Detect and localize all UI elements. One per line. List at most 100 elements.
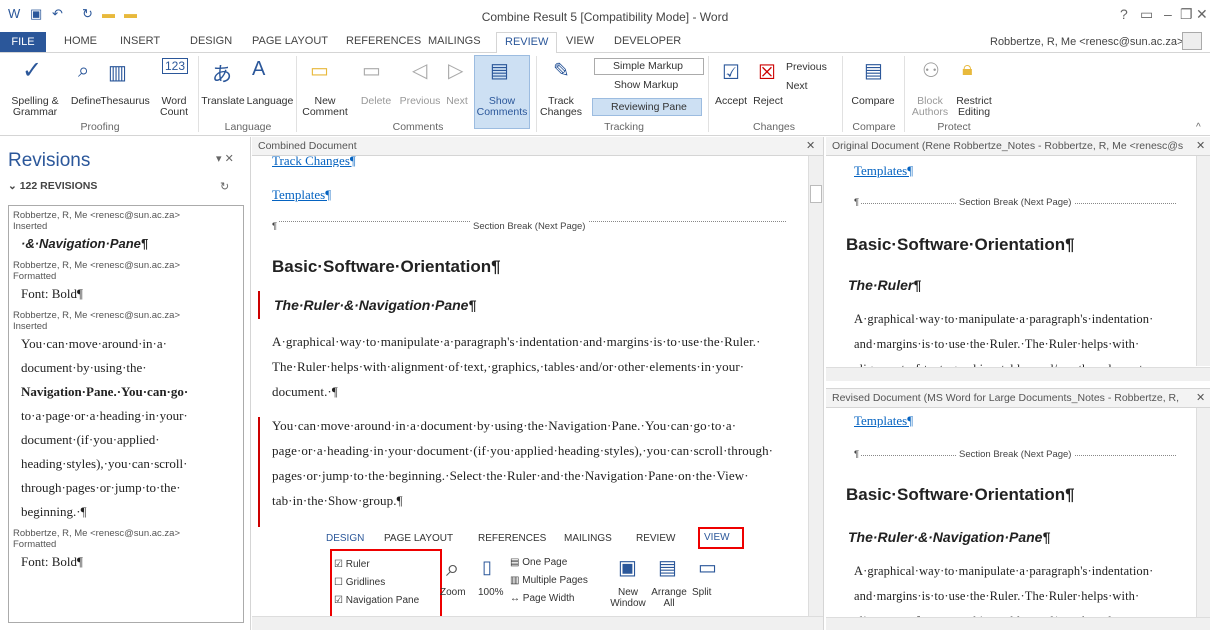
avatar[interactable]	[1182, 32, 1202, 50]
paragraph-1: A·graphical·way·to·manipulate·a·paragrap…	[272, 334, 761, 399]
original-vertical-scrollbar[interactable]	[1196, 156, 1210, 366]
embedded-view-ribbon-image: DESIGN PAGE LAYOUT REFERENCES MAILINGS R…	[312, 525, 752, 625]
tab-file[interactable]: FILE	[0, 32, 46, 52]
tab-references[interactable]: REFERENCES	[346, 35, 421, 47]
group-language: Language	[224, 121, 272, 133]
revision-item[interactable]: Robbertze, R, Me <renesc@sun.ac.za> Form…	[9, 524, 243, 574]
reject-icon: ☒	[758, 62, 776, 84]
reviewing-pane-button[interactable]: Reviewing Pane	[592, 98, 702, 116]
heading-1: Basic·Software·Orientation¶	[272, 257, 501, 276]
compare-icon: ▤	[864, 60, 883, 82]
tab-mailings[interactable]: MAILINGS	[428, 35, 481, 47]
track-changes-link[interactable]: Track Changes¶	[272, 155, 356, 167]
word-count-icon: 123	[162, 58, 189, 74]
close-pane-icon[interactable]: ✕	[1196, 139, 1206, 152]
paragraph-2: You·can·move·around·in·a·document·by·usi…	[272, 418, 774, 508]
revisions-list: Robbertze, R, Me <renesc@sun.ac.za> Inse…	[8, 205, 244, 623]
language-button[interactable]: Language	[244, 96, 296, 107]
combined-horizontal-scrollbar[interactable]	[252, 616, 823, 630]
group-compare: Compare	[852, 121, 896, 133]
group-tracking: Tracking	[604, 121, 644, 133]
templates-link[interactable]: Templates¶	[854, 413, 913, 429]
translate-button[interactable]: Translate	[200, 96, 246, 107]
group-proofing: Proofing	[80, 121, 120, 133]
restrict-editing-icon: 🔒︎	[962, 58, 973, 80]
zoom-icon: ⌕	[446, 555, 460, 582]
previous-change-button[interactable]: Previous	[786, 61, 827, 73]
define-icon: ⌕	[78, 60, 90, 82]
thesaurus-icon: ▥	[108, 62, 127, 84]
close-pane-icon[interactable]: ✕	[1196, 391, 1206, 404]
tab-insert[interactable]: INSERT	[120, 35, 160, 47]
delete-comment-icon: ▭	[362, 60, 381, 82]
tab-home[interactable]: HOME	[64, 35, 97, 47]
tab-page-layout[interactable]: PAGE LAYOUT	[252, 35, 328, 47]
accept-button[interactable]: Accept	[708, 96, 754, 107]
previous-comment-icon: ◁	[412, 60, 428, 82]
combined-vertical-scrollbar[interactable]	[808, 156, 823, 616]
block-authors-button[interactable]: Block Authors	[910, 96, 950, 118]
translate-icon: あ	[212, 64, 232, 86]
thesaurus-button[interactable]: Thesaurus	[100, 96, 150, 107]
templates-link[interactable]: Templates¶	[854, 163, 913, 179]
heading-2: The·Ruler·&·Navigation·Pane¶	[274, 297, 477, 313]
ribbon-tabs: FILE HOME INSERT DESIGN PAGE LAYOUT REFE…	[0, 32, 1210, 53]
ribbon-display-icon[interactable]: ▭	[1140, 6, 1153, 23]
change-bar	[258, 291, 260, 319]
show-comments-button[interactable]: Show Comments	[474, 96, 530, 118]
revisions-count[interactable]: ⌄ 122 REVISIONS	[8, 180, 97, 192]
close-pane-icon[interactable]: ✕	[806, 139, 815, 152]
revision-item[interactable]: Robbertze, R, Me <renesc@sun.ac.za> Inse…	[9, 306, 243, 524]
previous-comment-button[interactable]: Previous	[396, 96, 444, 107]
heading-2: The·Ruler·&·Navigation·Pane¶	[848, 529, 1051, 545]
original-document-header: Original Document (Rene Robbertze_Notes …	[826, 137, 1210, 156]
next-change-button[interactable]: Next	[786, 80, 808, 92]
close-icon[interactable]: ✕	[1196, 6, 1208, 23]
templates-link[interactable]: Templates¶	[272, 187, 331, 203]
tab-developer[interactable]: DEVELOPER	[614, 35, 681, 47]
revisions-title: Revisions	[8, 150, 91, 171]
language-icon: A	[252, 58, 266, 80]
new-comment-icon: ▭	[310, 60, 329, 82]
tab-design[interactable]: DESIGN	[190, 35, 232, 47]
revised-horizontal-scrollbar[interactable]	[826, 617, 1210, 630]
arrange-all-icon: ▤	[658, 557, 677, 579]
help-icon[interactable]: ?	[1120, 6, 1128, 22]
revision-item[interactable]: Robbertze, R, Me <renesc@sun.ac.za> Inse…	[9, 206, 243, 256]
minimize-icon[interactable]: –	[1164, 6, 1172, 22]
tab-view[interactable]: VIEW	[566, 35, 594, 47]
revised-document-header: Revised Document (MS Word for Large Docu…	[826, 389, 1210, 408]
markup-select[interactable]: Simple Markup	[594, 58, 704, 75]
title-bar: W ▣ ↶ ↻ ▬ ▬ Combine Result 5 [Compatibil…	[0, 0, 1210, 32]
track-changes-button[interactable]: Track Changes	[538, 96, 584, 118]
original-horizontal-scrollbar[interactable]	[826, 367, 1210, 381]
change-bar	[258, 417, 260, 527]
new-comment-button[interactable]: New Comment	[302, 96, 348, 118]
combined-document-pane: Combined Document ✕ Track Changes¶ Templ…	[252, 137, 824, 630]
restore-icon[interactable]: ❐	[1180, 6, 1193, 23]
window-title: Combine Result 5 [Compatibility Mode] - …	[481, 10, 729, 24]
spelling-grammar-button[interactable]: Spelling & Grammar	[0, 96, 70, 118]
group-comments: Comments	[392, 121, 444, 133]
combined-document-header: Combined Document	[252, 137, 823, 156]
user-account[interactable]: Robbertze, R, Me <renesc@sun.ac.za>	[990, 36, 1183, 48]
collapse-ribbon-icon[interactable]: ^	[1196, 122, 1201, 133]
group-protect: Protect	[937, 121, 971, 133]
tab-review[interactable]: REVIEW	[496, 32, 558, 53]
delete-comment-button[interactable]: Delete	[356, 96, 396, 107]
compare-button[interactable]: Compare	[850, 96, 896, 107]
restrict-editing-button[interactable]: Restrict Editing	[952, 96, 996, 118]
refresh-icon[interactable]: ↻	[220, 180, 229, 193]
word-count-button[interactable]: Word Count	[154, 96, 194, 118]
next-comment-button[interactable]: Next	[442, 96, 472, 107]
revision-item[interactable]: Robbertze, R, Me <renesc@sun.ac.za> Form…	[9, 256, 243, 306]
show-markup-button[interactable]: Show Markup	[596, 79, 678, 91]
heading-1: Basic·Software·Orientation¶	[846, 485, 1075, 504]
block-authors-icon: ⚇	[922, 60, 940, 82]
heading-1: Basic·Software·Orientation¶	[846, 235, 1075, 254]
hundred-percent-icon: ▯	[482, 557, 492, 577]
accept-icon: ☑	[722, 62, 740, 84]
revised-vertical-scrollbar[interactable]	[1196, 408, 1210, 618]
reject-button[interactable]: Reject	[750, 96, 786, 107]
pane-options-icon[interactable]: ▾ ✕	[216, 152, 234, 165]
